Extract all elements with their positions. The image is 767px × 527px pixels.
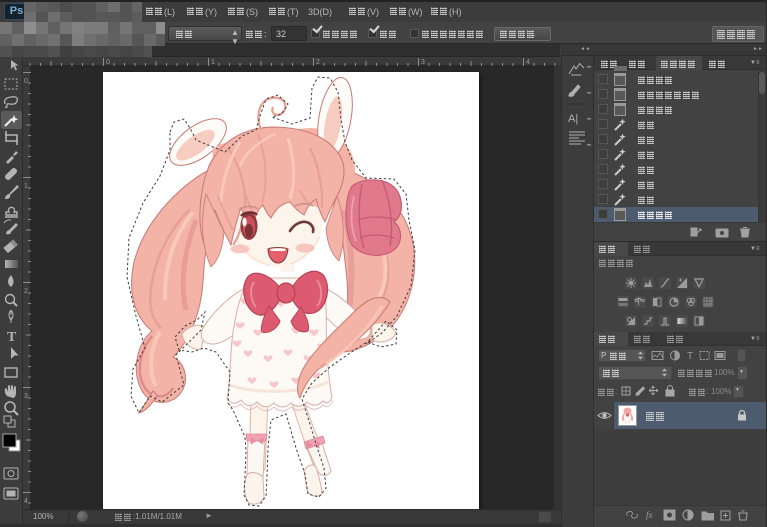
svg-text:T: T: [687, 351, 693, 362]
svg-text:3: 3: [421, 59, 425, 66]
svg-text:A|: A|: [568, 113, 578, 125]
svg-text:2: 2: [316, 59, 320, 66]
svg-text:fx: fx: [646, 510, 653, 520]
svg-text:1: 1: [211, 59, 215, 66]
svg-text:4: 4: [526, 59, 530, 66]
svg-text:T: T: [7, 330, 17, 345]
svg-text:0: 0: [106, 59, 110, 66]
svg-text:0: 0: [24, 78, 28, 85]
svg-text:1: 1: [24, 183, 28, 190]
svg-text:4: 4: [24, 498, 28, 505]
svg-text:2: 2: [24, 288, 28, 295]
svg-text:3: 3: [24, 393, 28, 400]
